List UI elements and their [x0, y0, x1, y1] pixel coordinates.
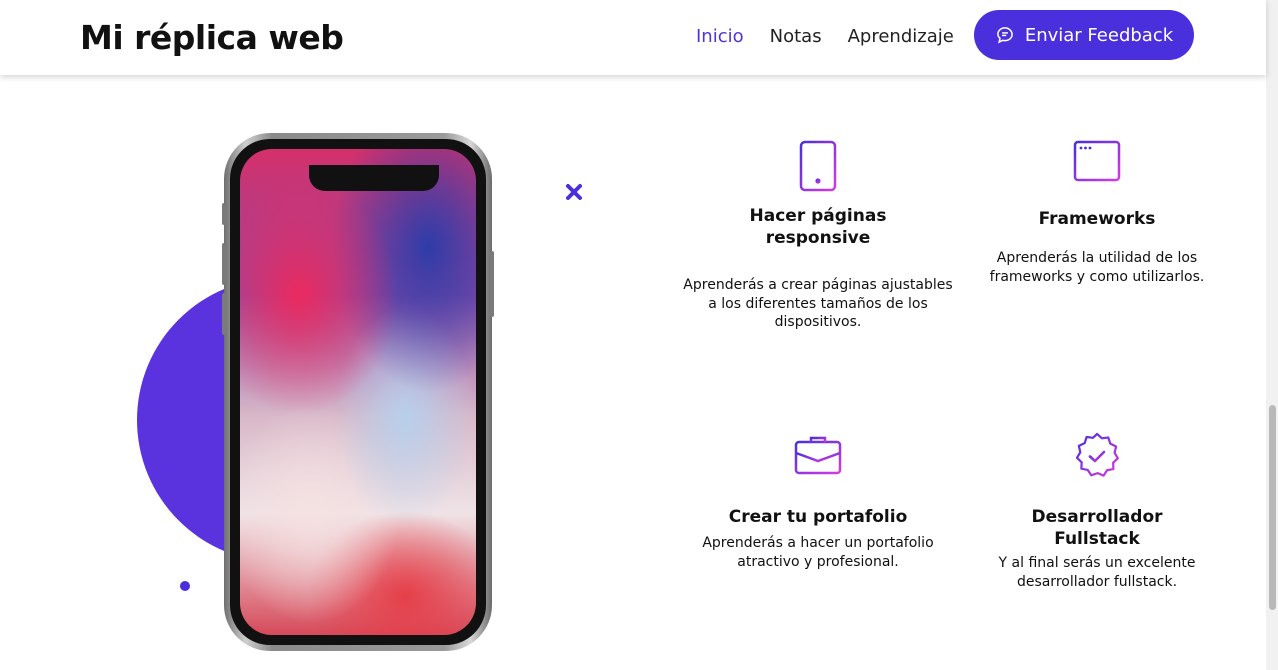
feature-card-responsive: Hacer páginas responsive Aprenderás a cr…: [683, 140, 953, 340]
feature-title: Desarrollador Fullstack: [1031, 507, 1163, 549]
top-navbar: Mi réplica web Inicio Notas Aprendizaje …: [0, 0, 1266, 75]
nav-link-aprendizaje[interactable]: Aprendizaje: [848, 26, 954, 47]
chat-bubble-icon: [997, 27, 1013, 44]
feature-description: Y al final serás un excelente desarrolla…: [998, 555, 1196, 590]
nav-link-inicio[interactable]: Inicio: [696, 26, 744, 47]
send-feedback-button[interactable]: Enviar Feedback: [974, 10, 1194, 60]
feature-card-fullstack: Desarrollador Fullstack Y al final serás…: [962, 432, 1232, 602]
phone-screen-wallpaper: [240, 149, 476, 635]
verified-badge-icon: [1075, 432, 1119, 477]
feature-description: Aprenderás a crear páginas ajustables a …: [683, 277, 953, 330]
feature-card-portfolio: Crear tu portafolio Aprenderás a hacer u…: [683, 435, 953, 605]
browser-window-icon: [1073, 140, 1121, 182]
site-brand[interactable]: Mi réplica web: [80, 18, 344, 57]
feature-description: Aprenderás la utilidad de los frameworks…: [989, 250, 1205, 285]
scrollbar-thumb[interactable]: [1269, 405, 1276, 610]
phone-mockup-image: [222, 133, 494, 651]
phone-notch: [309, 165, 439, 191]
decorative-dot: [180, 581, 190, 591]
feature-title: Crear tu portafolio: [728, 507, 908, 527]
send-feedback-label: Enviar Feedback: [1024, 24, 1174, 46]
main-nav: Inicio Notas Aprendizaje: [696, 26, 954, 47]
feature-description: Aprenderás a hacer un portafolio atracti…: [702, 535, 934, 570]
briefcase-icon: [794, 436, 842, 475]
feature-title: Hacer páginas responsive: [749, 206, 887, 248]
tablet-icon: [799, 140, 837, 192]
feature-card-frameworks: Frameworks Aprenderás la utilidad de los…: [962, 140, 1232, 340]
page-scrollbar[interactable]: [1266, 0, 1278, 670]
decorative-cross-icon: [566, 184, 582, 200]
nav-link-notas[interactable]: Notas: [770, 26, 822, 47]
feature-title: Frameworks: [1038, 209, 1156, 229]
